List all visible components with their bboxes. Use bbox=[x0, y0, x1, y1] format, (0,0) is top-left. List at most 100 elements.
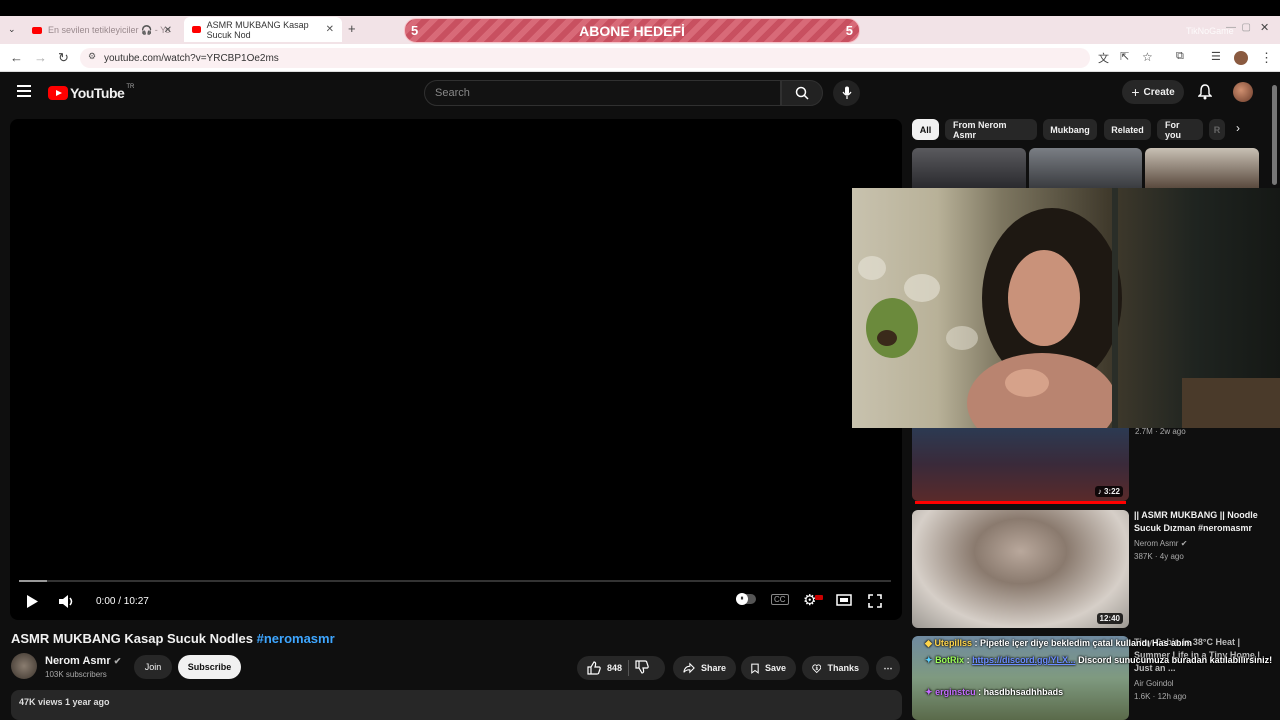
notifications-bell-icon[interactable] bbox=[1197, 84, 1213, 105]
recommendation-channel[interactable]: Nerom Asmr ✔ bbox=[1134, 537, 1187, 550]
more-horizontal-icon: ⋯ bbox=[883, 662, 893, 673]
chip-for-you[interactable]: For you bbox=[1157, 119, 1203, 140]
reload-icon[interactable]: ↻ bbox=[58, 50, 69, 66]
profile-avatar-icon[interactable] bbox=[1234, 51, 1248, 65]
video-player[interactable] bbox=[10, 119, 902, 620]
volume-icon bbox=[59, 595, 73, 608]
save-label: Save bbox=[764, 663, 786, 673]
chat-badge-icon: ✦ bbox=[925, 687, 933, 697]
bookmark-star-icon[interactable]: ☆ bbox=[1142, 50, 1153, 64]
channel-avatar[interactable] bbox=[11, 653, 37, 679]
chip-mukbang[interactable]: Mukbang bbox=[1043, 119, 1097, 140]
cast-icon[interactable]: ⇱ bbox=[1120, 50, 1129, 63]
video-title-text: ASMR MUKBANG Kasap Sucuk Nodles bbox=[11, 631, 253, 646]
browser-tab-1[interactable]: En sevilen tetikleyiciler 🎧 - Yo ✕ bbox=[24, 19, 180, 41]
theater-mode-icon[interactable] bbox=[836, 594, 852, 606]
channel-name[interactable]: Nerom Asmr ✔ bbox=[45, 655, 121, 667]
goal-target: 5 bbox=[845, 23, 853, 38]
search-input[interactable]: Search bbox=[424, 80, 781, 106]
back-icon[interactable]: ← bbox=[10, 50, 23, 65]
page-scrollbar[interactable] bbox=[1272, 85, 1277, 185]
chat-text: Discord sunucumuza buradan katılabilirsi… bbox=[1078, 655, 1273, 665]
chat-text: Pipetle içer diye bekledim çatal kulland… bbox=[979, 638, 1193, 648]
reading-list-icon[interactable]: ☰ bbox=[1211, 50, 1221, 63]
create-button[interactable]: + Create bbox=[1122, 80, 1184, 104]
youtube-logo[interactable]: YouTube TR bbox=[48, 84, 134, 101]
close-window-icon[interactable]: ✕ bbox=[1260, 21, 1269, 34]
goal-label: ABONE HEDEFİ bbox=[579, 22, 685, 39]
subtitles-icon[interactable]: CC bbox=[771, 594, 789, 605]
play-button[interactable] bbox=[25, 594, 39, 609]
like-button[interactable]: 848 bbox=[587, 661, 622, 675]
extensions-icon[interactable]: ⧉ bbox=[1176, 50, 1184, 63]
browser-tab-2[interactable]: ASMR MUKBANG Kasap Sucuk Nod ✕ bbox=[184, 17, 342, 42]
recommendation-channel[interactable]: Air Goindol bbox=[1134, 677, 1174, 690]
search-button[interactable] bbox=[781, 80, 823, 106]
chat-badge-icon: ✦ bbox=[925, 655, 933, 665]
chip-all[interactable]: All bbox=[912, 119, 939, 140]
recommendation-thumbnail[interactable] bbox=[912, 148, 1026, 188]
share-icon bbox=[683, 662, 695, 674]
autoplay-toggle[interactable]: ⏸ bbox=[736, 593, 756, 605]
screen-top-bar bbox=[0, 0, 1280, 16]
join-button[interactable]: Join bbox=[134, 655, 172, 679]
video-description-box[interactable]: 47K views 1 year ago bbox=[11, 690, 902, 720]
account-avatar[interactable] bbox=[1233, 82, 1253, 102]
search-icon bbox=[795, 86, 809, 100]
youtube-favicon-icon bbox=[32, 26, 42, 34]
more-actions-button[interactable]: ⋯ bbox=[876, 656, 900, 680]
chip-from-channel[interactable]: From Nerom Asmr bbox=[945, 119, 1037, 140]
like-dislike-group: 848 bbox=[577, 656, 665, 680]
close-tab-icon[interactable]: ✕ bbox=[164, 25, 172, 36]
time-display: 0:00 / 10:27 bbox=[96, 596, 149, 607]
chat-username: erginstcu bbox=[935, 687, 976, 697]
chat-link[interactable]: https://discord.gg/YLX... bbox=[972, 655, 1076, 665]
volume-button[interactable] bbox=[58, 594, 76, 609]
settings-gear-icon[interactable]: ⚙ bbox=[803, 591, 816, 609]
chat-username: BotRix bbox=[935, 655, 965, 665]
new-tab-button[interactable]: + bbox=[348, 21, 356, 36]
logo-wordmark: YouTube bbox=[70, 85, 125, 101]
chips-next-chevron-icon[interactable]: › bbox=[1236, 121, 1240, 135]
recommendation-title[interactable]: || ASMR MUKBANG || Noodle Sucuk Dızman #… bbox=[1134, 509, 1264, 535]
chat-message: ◆ Utepillss : Pipetle içer diye bekledim… bbox=[925, 638, 1193, 648]
channel-name-text: Nerom Asmr bbox=[45, 655, 111, 667]
like-count: 848 bbox=[607, 663, 623, 673]
hamburger-menu-icon[interactable] bbox=[17, 85, 31, 100]
close-tab-icon[interactable]: ✕ bbox=[326, 24, 334, 35]
site-info-icon[interactable]: ⚙ bbox=[88, 51, 96, 62]
fullscreen-icon[interactable] bbox=[868, 594, 882, 608]
chip-related[interactable]: Related bbox=[1104, 119, 1151, 140]
tab-list-icon[interactable]: ⌄ bbox=[8, 24, 16, 35]
forward-icon[interactable]: → bbox=[34, 50, 47, 65]
subscribe-button[interactable]: Subscribe bbox=[178, 655, 241, 679]
window-controls[interactable]: — ▢ bbox=[1226, 22, 1251, 33]
voice-search-button[interactable] bbox=[833, 80, 860, 106]
chat-message: ✦ erginstcu : hasdbhsadhhbads bbox=[925, 687, 1064, 697]
video-title: ASMR MUKBANG Kasap Sucuk Nodles #neromas… bbox=[11, 631, 335, 646]
recommendation-thumbnail[interactable]: ♪ 3:22 bbox=[912, 428, 1129, 501]
share-button[interactable]: Share bbox=[673, 656, 736, 680]
browser-menu-icon[interactable]: ⋮ bbox=[1260, 50, 1273, 66]
hd-badge bbox=[815, 595, 823, 600]
chip-partial[interactable]: R bbox=[1209, 119, 1225, 140]
address-bar-row: ← → ↻ ⚙ youtube.com/watch?v=YRCBP1Oe2ms … bbox=[0, 44, 1280, 72]
url-text: youtube.com/watch?v=YRCBP1Oe2ms bbox=[104, 52, 279, 64]
thumbs-down-icon bbox=[635, 660, 649, 674]
recommendation-thumbnail[interactable] bbox=[1145, 148, 1259, 188]
thanks-button[interactable]: $ Thanks bbox=[802, 656, 869, 680]
thumbs-up-icon bbox=[587, 661, 601, 675]
recommendation-thumbnail[interactable] bbox=[1029, 148, 1142, 188]
youtube-play-logo-icon bbox=[48, 86, 68, 100]
video-hashtag[interactable]: #neromasmr bbox=[257, 631, 335, 646]
save-button[interactable]: Save bbox=[741, 656, 796, 680]
chat-username: Utepillss bbox=[934, 638, 972, 648]
create-label: Create bbox=[1143, 86, 1175, 98]
dislike-button[interactable] bbox=[635, 660, 649, 676]
super-thanks-icon: $ bbox=[812, 663, 822, 673]
video-progress-bar[interactable] bbox=[19, 580, 891, 582]
search-placeholder: Search bbox=[435, 87, 470, 99]
url-input[interactable]: ⚙ youtube.com/watch?v=YRCBP1Oe2ms bbox=[80, 48, 1090, 68]
translate-icon[interactable]: 文 bbox=[1098, 50, 1109, 66]
recommendation-thumbnail[interactable]: 12:40 bbox=[912, 510, 1129, 628]
